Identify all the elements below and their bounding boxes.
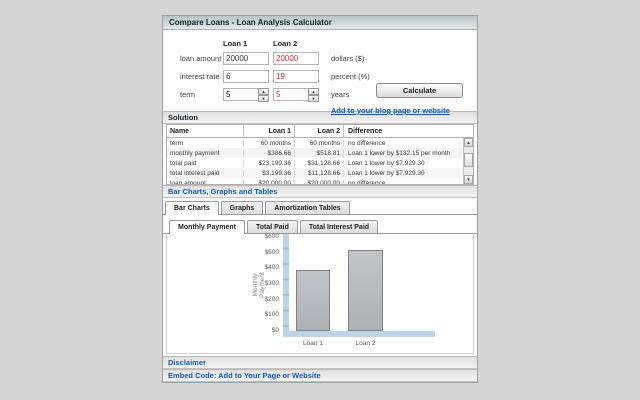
cell-loan2: 60 months	[294, 139, 343, 147]
col-loan1: Loan 1	[243, 124, 294, 138]
col-loan2: Loan 2	[294, 124, 343, 138]
tab-amortization-tables[interactable]: Amortization Tables	[265, 201, 350, 214]
cell-difference: no difference	[343, 139, 473, 147]
x-label-loan2: Loan 2	[355, 340, 376, 347]
loan1-term-down-icon[interactable]: ▼	[258, 95, 269, 102]
cell-loan1: $23,199.36	[243, 159, 294, 167]
monthly-payment-bar-chart: Monthly Payment $600 $500 $400 $300 $200…	[167, 233, 473, 353]
scroll-up-icon[interactable]: ▲	[464, 138, 473, 147]
solution-table: Name Loan 1 Loan 2 Difference term 60 mo…	[166, 124, 474, 185]
cell-name: loan amount	[170, 179, 206, 185]
y-axis-band	[283, 234, 289, 337]
cell-name: total paid	[170, 159, 197, 167]
cell-name: term	[170, 139, 183, 147]
cell-loan1: $3,199.36	[243, 169, 294, 177]
col-difference: Difference	[343, 124, 473, 138]
loan2-rate-input[interactable]	[273, 70, 319, 83]
interest-rate-label: interest rate	[180, 72, 220, 81]
loan2-term-up-icon[interactable]: ▲	[308, 88, 319, 95]
disclaimer-link[interactable]: Disclaimer	[168, 358, 206, 367]
main-tab-bar: Bar Charts Graphs Amortization Tables	[163, 201, 477, 215]
cell-loan1: 60 months	[243, 139, 294, 147]
table-row: loan amount $20,000.00 $20,000.00 no dif…	[167, 178, 473, 184]
cell-name: monthly payment	[170, 149, 220, 157]
y-tick-500: $500	[264, 248, 279, 256]
calculate-button[interactable]: Calculate	[376, 83, 463, 98]
table-row: monthly payment $386.66 $518.81 Loan 1 l…	[167, 148, 473, 158]
page-background: { "widget": { "title": "Compare Loans - …	[0, 0, 640, 400]
loan2-amount-input[interactable]	[273, 52, 319, 65]
y-tick-0: $0	[271, 327, 279, 334]
cell-loan2: $31,128.66	[294, 159, 343, 167]
loan2-column-header: Loan 2	[273, 39, 298, 48]
solution-header-label: Solution	[168, 113, 198, 122]
loan1-rate-input[interactable]	[223, 70, 269, 83]
embed-code-link[interactable]: Embed Code: Add to Your Page or Website	[168, 371, 321, 380]
cell-name: total interest paid	[170, 169, 220, 177]
loan-input-form: Loan 1 Loan 2 loan amount dollars ($) in…	[163, 30, 477, 115]
cell-difference: Loan 1 lower by $132.15 per month	[343, 149, 473, 157]
subtab-total-interest-paid[interactable]: Total Interest Paid	[299, 220, 379, 233]
cell-loan2: $20,000.00	[294, 179, 343, 184]
loan1-term-stepper: ▲ ▼	[223, 88, 269, 102]
add-to-blog-link[interactable]: Add to your blog page or website	[331, 106, 450, 115]
solution-table-body: term 60 months 60 months no difference m…	[167, 138, 473, 184]
cell-difference: no difference	[343, 179, 473, 184]
loan1-term-input[interactable]	[223, 88, 258, 101]
subtab-total-paid[interactable]: Total Paid	[246, 220, 298, 233]
years-unit-label: years	[331, 90, 350, 99]
table-row: total interest paid $3,199.36 $11,128.66…	[167, 168, 473, 178]
y-tick-200: $200	[264, 295, 279, 303]
chart-panel: Monthly Payment $600 $500 $400 $300 $200…	[166, 233, 474, 354]
cell-difference: Loan 1 lower by $7,929.30	[343, 159, 473, 167]
loan2-term-stepper: ▲ ▼	[273, 88, 319, 102]
y-tick-100: $100	[264, 311, 279, 319]
sub-tab-bar: Monthly Payment Total Paid Total Interes…	[163, 220, 477, 234]
col-name: Name	[170, 127, 190, 135]
bar-loan2	[348, 250, 383, 331]
cell-loan1: $20,000.00	[243, 179, 294, 184]
table-scrollbar[interactable]: ▲ ▼	[463, 138, 473, 184]
loan-calculator-widget: Compare Loans - Loan Analysis Calculator…	[162, 15, 478, 383]
tab-graphs[interactable]: Graphs	[220, 201, 264, 214]
scroll-down-icon[interactable]: ▼	[464, 175, 473, 184]
widget-title: Compare Loans - Loan Analysis Calculator	[169, 18, 332, 27]
y-tick-400: $400	[264, 264, 279, 272]
term-label: term	[180, 90, 195, 99]
charts-section-header: Bar Charts, Graphs and Tables	[163, 185, 477, 198]
loan-amount-label: loan amount	[180, 54, 222, 63]
scrollbar-thumb[interactable]	[464, 153, 473, 167]
dollars-unit-label: dollars ($)	[331, 54, 365, 63]
loan1-term-up-icon[interactable]: ▲	[258, 88, 269, 95]
table-row: total paid $23,199.36 $31,128.66 Loan 1 …	[167, 158, 473, 168]
percent-unit-label: percent (%)	[331, 72, 370, 81]
y-tick-300: $300	[264, 280, 279, 287]
cell-loan1: $386.66	[243, 149, 294, 157]
loan1-amount-input[interactable]	[223, 52, 269, 65]
table-row: term 60 months 60 months no difference	[167, 138, 473, 148]
x-label-loan1: Loan 1	[303, 340, 323, 347]
disclaimer-bar: Disclaimer	[163, 356, 477, 369]
cell-loan2: $518.81	[294, 149, 343, 157]
subtab-monthly-payment[interactable]: Monthly Payment	[169, 220, 245, 234]
solution-table-header-row: Name Loan 1 Loan 2 Difference	[167, 124, 473, 138]
loan1-column-header: Loan 1	[223, 39, 248, 48]
bar-loan1	[296, 270, 330, 331]
cell-difference: Loan 1 lower by $7,929.30	[343, 169, 473, 177]
widget-title-bar: Compare Loans - Loan Analysis Calculator	[163, 16, 477, 30]
charts-section-link[interactable]: Bar Charts, Graphs and Tables	[168, 187, 277, 196]
loan2-term-input[interactable]	[273, 88, 308, 101]
y-tick-600: $600	[264, 233, 279, 240]
loan2-term-down-icon[interactable]: ▼	[308, 95, 319, 102]
embed-code-bar: Embed Code: Add to Your Page or Website	[163, 369, 477, 382]
cell-loan2: $11,128.66	[294, 169, 343, 177]
tab-bar-charts[interactable]: Bar Charts	[165, 201, 219, 215]
scrollbar-track	[464, 167, 473, 175]
x-axis-band	[283, 331, 435, 337]
